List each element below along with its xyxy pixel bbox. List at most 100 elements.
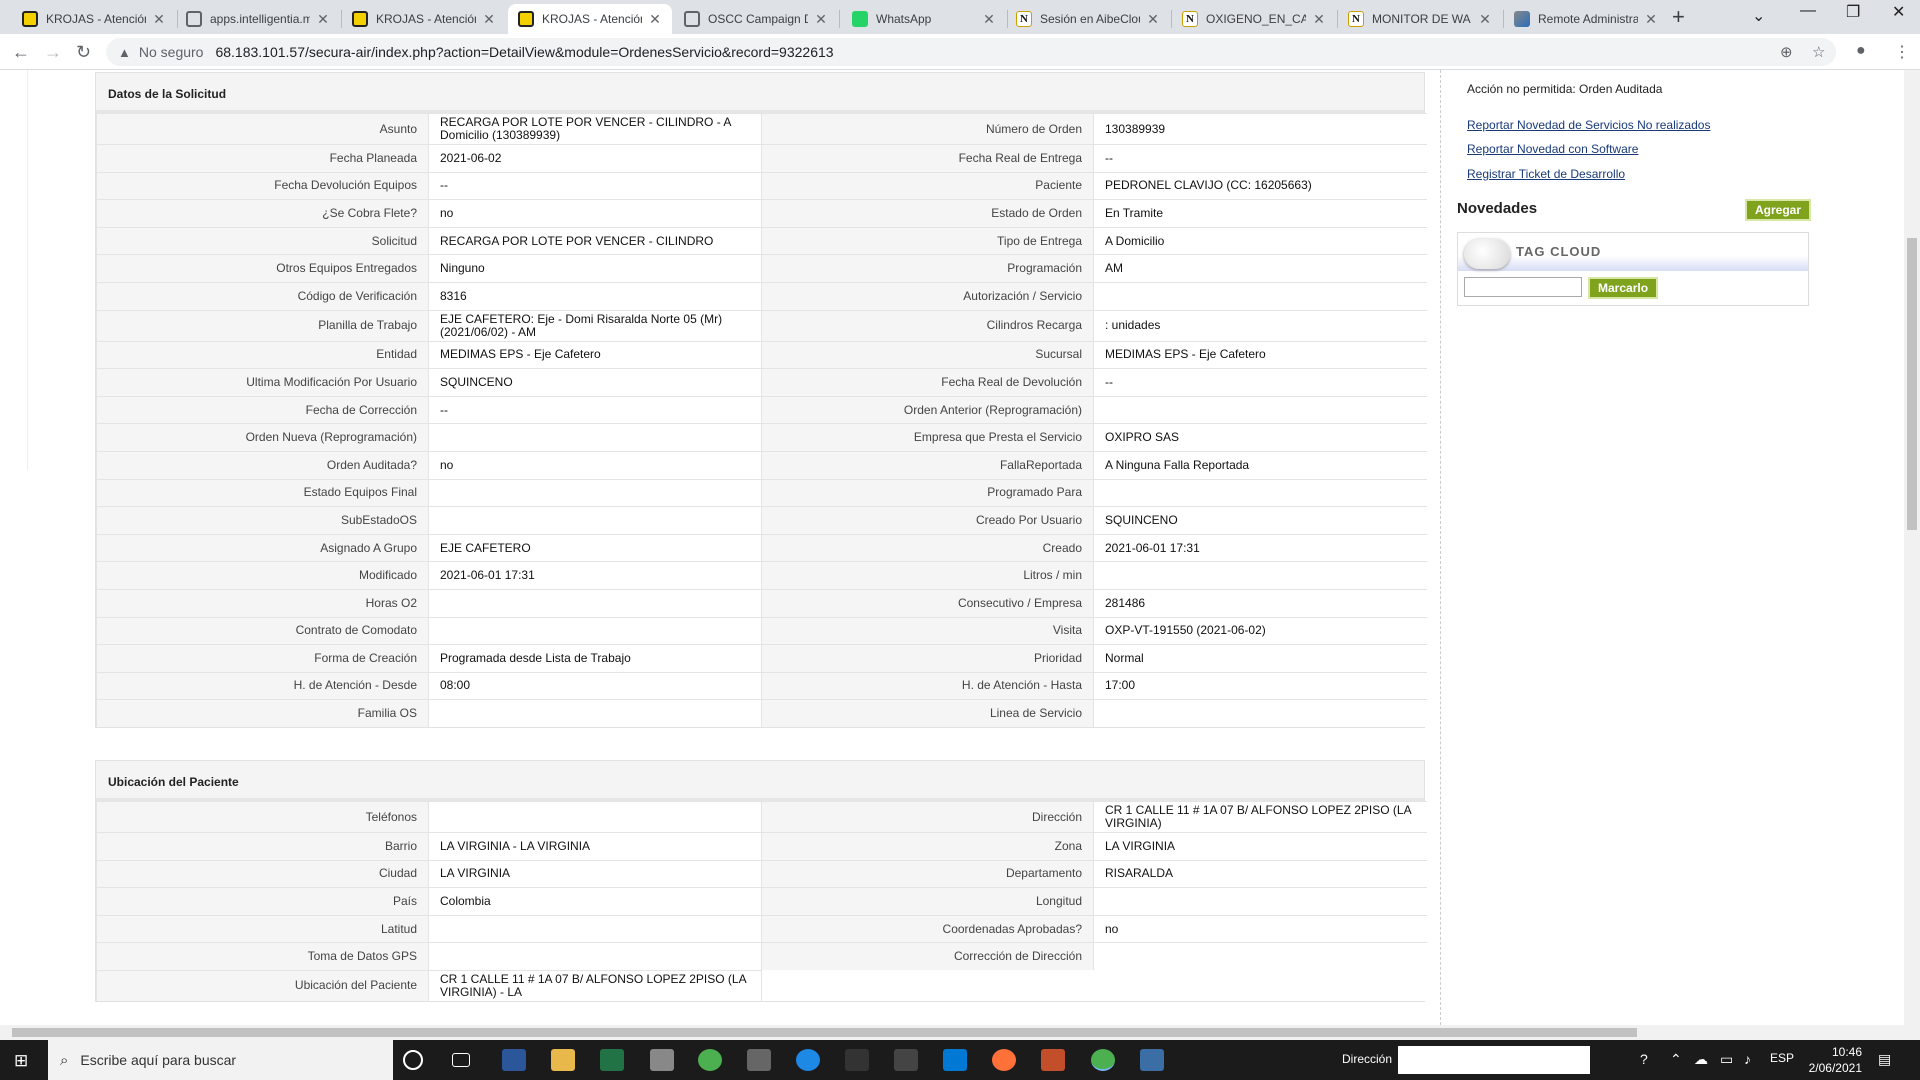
- taskbar-clock[interactable]: 10:46 2/06/2021: [1806, 1044, 1862, 1076]
- taskbar-search[interactable]: ⌕ Escribe aquí para buscar: [48, 1040, 393, 1080]
- camera-icon[interactable]: [650, 1049, 674, 1071]
- field-label: Ubicación del Paciente: [96, 969, 429, 1001]
- network-icon[interactable]: ▭: [1720, 1051, 1733, 1068]
- whatsapp-icon: [852, 11, 868, 27]
- field-value: PEDRONEL CLAVIJO (CC: 16205663): [1093, 171, 1427, 200]
- field-label: Latitud: [96, 914, 429, 943]
- tab-close-icon[interactable]: ✕: [648, 11, 662, 28]
- mail-icon[interactable]: [943, 1049, 967, 1071]
- field-value: no: [428, 450, 762, 480]
- detail-row: Asignado A Grupo EJE CAFETERO Creado 2021-0…: [96, 533, 1427, 562]
- tab-close-icon[interactable]: ✕: [814, 11, 828, 28]
- word-icon[interactable]: [502, 1049, 526, 1071]
- chevron-up-icon[interactable]: ⌃: [1670, 1051, 1682, 1068]
- tab-close-icon[interactable]: ✕: [1312, 11, 1326, 28]
- field-label: Fecha Planeada: [96, 144, 429, 173]
- volume-icon[interactable]: ♪: [1744, 1051, 1751, 1067]
- edge-icon[interactable]: [796, 1049, 820, 1071]
- horizontal-scroll-thumb[interactable]: [12, 1028, 1637, 1037]
- field-value: LA VIRGINIA: [1093, 832, 1427, 861]
- windows-start-icon[interactable]: ⊞: [14, 1051, 28, 1071]
- tab-1[interactable]: apps.intelligentia.m ✕: [176, 4, 340, 34]
- direccion-input[interactable]: [1398, 1046, 1590, 1074]
- excel-icon[interactable]: [600, 1049, 624, 1071]
- teams-icon[interactable]: [1041, 1049, 1065, 1071]
- field-value: no: [1093, 914, 1427, 943]
- globe-icon: [684, 11, 700, 27]
- tab-search-icon[interactable]: ⌄: [1752, 6, 1765, 26]
- agregar-button[interactable]: Agregar: [1745, 199, 1812, 221]
- detail-row: Toma de Datos GPS Corrección de Dirección: [96, 942, 1427, 971]
- help-icon[interactable]: ?: [1640, 1051, 1648, 1067]
- tab-close-icon[interactable]: ✕: [316, 11, 330, 28]
- new-tab-button[interactable]: +: [1672, 4, 1685, 30]
- chrome-active-icon[interactable]: [1091, 1049, 1115, 1071]
- tab-0[interactable]: KROJAS - Atención ✕: [12, 4, 176, 34]
- field-value: OXIPRO SAS: [1093, 423, 1427, 452]
- profile-icon[interactable]: ●: [1856, 42, 1866, 60]
- tab-8[interactable]: N MONITOR DE WA I ✕: [1338, 4, 1502, 34]
- store-icon[interactable]: [747, 1049, 771, 1071]
- field-label: Orden Nueva (Reprogramación): [96, 423, 429, 452]
- tab-7[interactable]: N OXIGENO_EN_CAS ✕: [1172, 4, 1336, 34]
- link-reportar-novedad-software[interactable]: Reportar Novedad con Software: [1467, 142, 1638, 156]
- tab-6[interactable]: N Sesión en AibeClou ✕: [1006, 4, 1170, 34]
- vertical-scroll-thumb[interactable]: [1907, 238, 1917, 530]
- app-icon[interactable]: [894, 1049, 918, 1071]
- calculator-icon[interactable]: [1140, 1049, 1164, 1071]
- vertical-scrollbar[interactable]: [1904, 70, 1920, 1025]
- app-icon[interactable]: [845, 1049, 869, 1071]
- onedrive-icon[interactable]: ☁: [1694, 1051, 1708, 1068]
- maximize-button[interactable]: ❐: [1846, 2, 1860, 22]
- field-value: no: [428, 199, 762, 228]
- chrome-icon[interactable]: [698, 1049, 722, 1071]
- section-title: Ubicación del Paciente: [96, 761, 1424, 801]
- tab-9[interactable]: Remote Administra ✕: [1504, 4, 1668, 34]
- forward-icon[interactable]: →: [44, 42, 62, 63]
- notifications-icon[interactable]: ▤: [1878, 1051, 1891, 1068]
- tab-3[interactable]: KROJAS - Atención ✕: [508, 4, 672, 34]
- field-label: Longitud: [761, 887, 1094, 916]
- tab-4[interactable]: OSCC Campaign D ✕: [674, 4, 838, 34]
- tab-close-icon[interactable]: ✕: [152, 11, 166, 28]
- menu-icon[interactable]: ⋮: [1894, 42, 1910, 62]
- tab-2[interactable]: KROJAS - Atención ✕: [342, 4, 506, 34]
- cortana-icon[interactable]: [403, 1050, 423, 1070]
- tab-5[interactable]: WhatsApp ✕: [842, 4, 1006, 34]
- close-window-button[interactable]: ✕: [1892, 2, 1905, 22]
- marcarlo-button[interactable]: Marcarlo: [1588, 277, 1659, 299]
- tab-close-icon[interactable]: ✕: [1478, 11, 1492, 28]
- tab-close-icon[interactable]: ✕: [1644, 11, 1658, 28]
- field-value: RISARALDA: [1093, 859, 1427, 888]
- url-text[interactable]: 68.183.101.57/secura-air/index.php?actio…: [215, 44, 833, 60]
- detail-row: Orden Nueva (Reprogramación) Empresa que …: [96, 423, 1427, 452]
- minimize-button[interactable]: —: [1800, 2, 1816, 20]
- n-icon: N: [1016, 11, 1032, 27]
- remote-icon: [1514, 11, 1530, 27]
- section-title: Datos de la Solicitud: [96, 73, 1424, 113]
- link-reportar-novedad-servicios[interactable]: Reportar Novedad de Servicios No realiza…: [1467, 118, 1710, 132]
- back-icon[interactable]: ←: [12, 42, 30, 63]
- address-bar[interactable]: ▲ No seguro 68.183.101.57/secura-air/ind…: [106, 38, 1836, 66]
- reload-icon[interactable]: ↻: [76, 42, 91, 63]
- task-view-icon[interactable]: [452, 1053, 470, 1067]
- link-registrar-ticket[interactable]: Registrar Ticket de Desarrollo: [1467, 167, 1625, 181]
- bookmark-star-icon[interactable]: ☆: [1812, 43, 1825, 61]
- horizontal-scrollbar[interactable]: [0, 1025, 1920, 1040]
- tab-close-icon[interactable]: ✕: [982, 11, 996, 28]
- detail-row: País Colombia Longitud: [96, 887, 1427, 916]
- file-explorer-icon[interactable]: [551, 1049, 575, 1071]
- firefox-icon[interactable]: [992, 1049, 1016, 1071]
- field-label: Asignado A Grupo: [96, 533, 429, 562]
- detail-row: Contrato de Comodato Visita OXP-VT-191550 …: [96, 616, 1427, 645]
- detail-row: Código de Verificación 8316 Autorización /…: [96, 281, 1427, 311]
- security-label: No seguro: [138, 44, 204, 60]
- tab-close-icon[interactable]: ✕: [1146, 11, 1160, 28]
- language-indicator[interactable]: ESP: [1770, 1051, 1794, 1065]
- field-label: Corrección de Dirección: [761, 942, 1094, 971]
- zoom-icon[interactable]: ⊕: [1780, 43, 1793, 61]
- solicitud-table: Asunto RECARGA POR LOTE POR VENCER - CILI…: [96, 113, 1427, 728]
- field-label: Zona: [761, 832, 1094, 861]
- tab-close-icon[interactable]: ✕: [482, 11, 496, 28]
- tag-input[interactable]: [1464, 277, 1582, 297]
